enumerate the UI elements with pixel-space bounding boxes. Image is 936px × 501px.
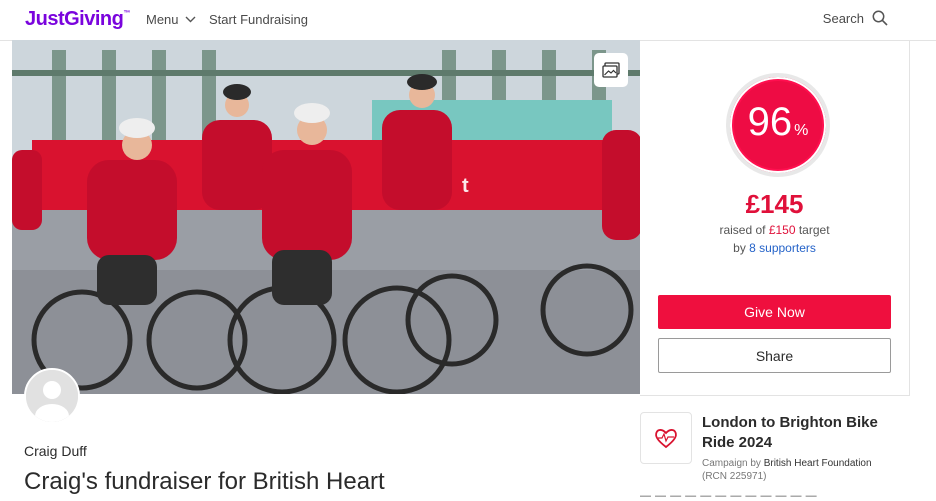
share-button[interactable]: Share bbox=[658, 338, 891, 373]
search-button[interactable]: Search bbox=[823, 10, 888, 26]
svg-text:t: t bbox=[462, 175, 469, 197]
supporters-link[interactable]: 8 supporters bbox=[749, 241, 816, 255]
avatar[interactable] bbox=[24, 368, 80, 424]
cyclists-illustration: t bbox=[12, 40, 640, 394]
page-title: Craig's fundraiser for British Heart bbox=[24, 468, 385, 495]
gallery-button[interactable] bbox=[594, 53, 628, 87]
campaign-by: Campaign by British Heart Foundation (RCN… bbox=[702, 458, 872, 482]
amount-raised: £145 bbox=[745, 189, 804, 219]
heart-logo-icon bbox=[655, 429, 677, 449]
give-now-button[interactable]: Give Now bbox=[658, 295, 891, 329]
chevron-down-icon bbox=[185, 16, 196, 23]
donation-panel: 96% £145 raised of £150 target by 8 supp… bbox=[640, 40, 910, 396]
target-text: raised of £150 target bbox=[719, 223, 830, 237]
search-icon bbox=[872, 10, 888, 26]
progress-ring-inner: 96% bbox=[734, 81, 822, 169]
menu-label: Menu bbox=[146, 12, 179, 27]
percent-sign: % bbox=[794, 122, 809, 139]
progress-ring: 96% bbox=[726, 73, 830, 177]
progress-percent: 96 bbox=[747, 100, 793, 144]
campaign-title-link[interactable]: London to Brighton Bike Ride 2024 bbox=[702, 413, 907, 453]
menu-button[interactable]: Menu bbox=[146, 12, 196, 27]
truncated-description: — — — — — — — — — — — — bbox=[640, 492, 818, 501]
user-placeholder-icon bbox=[26, 370, 78, 422]
justgiving-logo[interactable]: JustGiving™ bbox=[25, 8, 130, 31]
search-label: Search bbox=[822, 10, 864, 26]
start-fundraising-link[interactable]: Start Fundraising bbox=[209, 12, 308, 27]
charity-logo[interactable] bbox=[640, 412, 692, 464]
image-gallery-icon bbox=[602, 62, 620, 78]
charity-rcn: (RCN 225971) bbox=[702, 471, 767, 482]
top-nav-bar: JustGiving™ Menu Start Fundraising Searc… bbox=[0, 0, 936, 41]
charity-name[interactable]: British Heart Foundation bbox=[764, 458, 872, 469]
target-amount: £150 bbox=[768, 223, 796, 237]
supporters-text: by 8 supporters bbox=[733, 241, 816, 255]
fundraiser-owner-name: Craig Duff bbox=[24, 443, 87, 459]
hero-photo: t bbox=[12, 40, 640, 394]
